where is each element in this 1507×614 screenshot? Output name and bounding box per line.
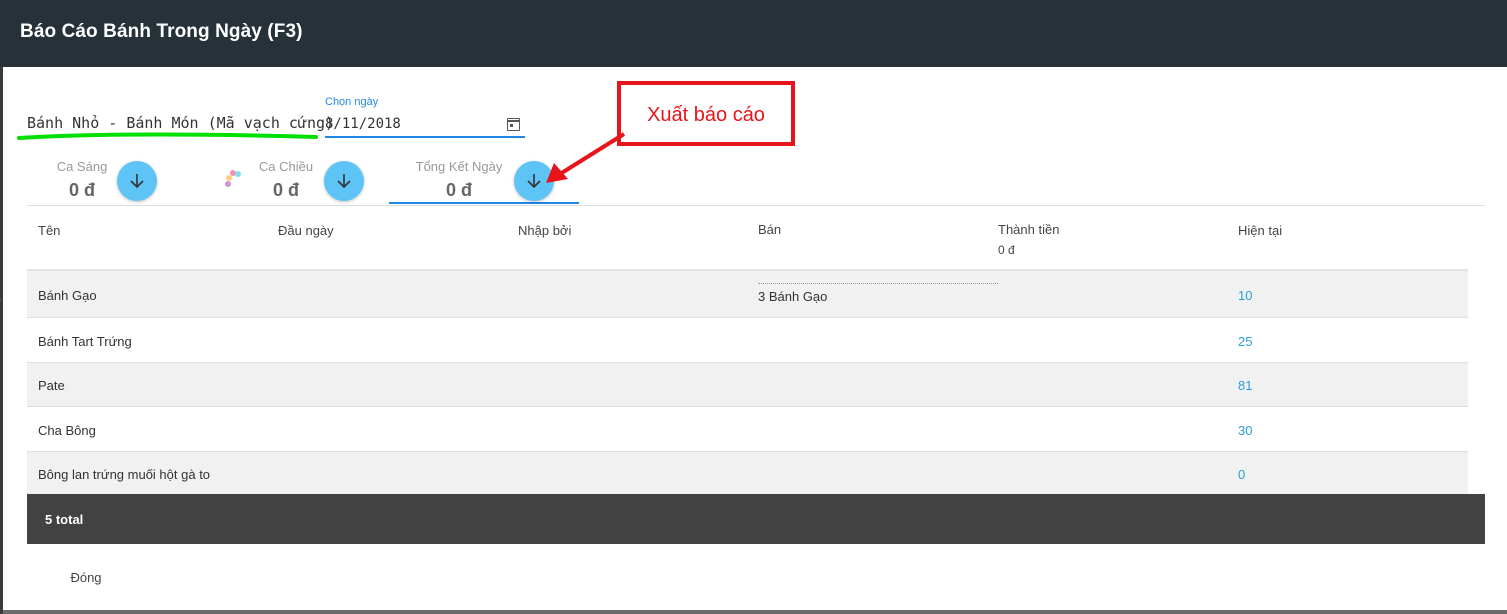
annotation-arrow-icon — [546, 132, 626, 183]
close-button[interactable]: Đóng — [53, 559, 119, 595]
column-header-start-of-day: Đầu ngày — [278, 223, 334, 238]
column-header-name: Tên — [38, 223, 61, 238]
shift-afternoon-label: Ca Chiều — [258, 159, 314, 174]
shift-morning: Ca Sáng 0 đ — [48, 159, 116, 201]
dialog-title: Báo Cáo Bánh Trong Ngày (F3) — [20, 21, 303, 42]
date-caption: Chọn ngày — [325, 96, 379, 108]
shift-morning-label: Ca Sáng — [56, 159, 108, 174]
backdrop-edge — [0, 67, 3, 614]
column-header-current: Hiện tại — [1238, 223, 1283, 238]
table-footer: 5 total — [27, 494, 1485, 544]
sold-divider — [758, 283, 998, 284]
column-header-amount: Thành tiền — [998, 222, 1060, 237]
chevron-right-icon: › — [0, 292, 1, 306]
row-name: Bông lan trứng muối hột gà to — [38, 467, 211, 482]
date-input[interactable]: 8/11/2018 — [325, 112, 525, 138]
row-name: Cha Bông — [38, 423, 96, 438]
shift-afternoon-value: 0 đ — [272, 180, 299, 200]
shift-day-total: Tổng Kết Ngày 0 đ — [404, 159, 514, 201]
row-current[interactable]: 0 — [1238, 467, 1245, 482]
shift-day-total-label: Tổng Kết Ngày — [415, 159, 503, 174]
table-row: Bánh Gạo 3 Bánh Gạo 10 — [27, 271, 1468, 318]
column-header-entered-by: Nhập bởi — [518, 223, 572, 238]
calendar-icon[interactable] — [507, 118, 520, 131]
loading-dots-icon — [223, 169, 243, 191]
dialog-header: Báo Cáo Bánh Trong Ngày (F3) — [0, 0, 1507, 67]
shift-day-total-value: 0 đ — [445, 180, 472, 200]
arrow-down-icon — [130, 174, 144, 189]
row-current[interactable]: 81 — [1238, 378, 1252, 393]
column-header-amount-total: 0 đ — [998, 243, 1015, 257]
green-highlight-underline — [17, 132, 318, 140]
date-value: 8/11/2018 — [325, 116, 401, 132]
row-current[interactable]: 10 — [1238, 288, 1252, 303]
shift-afternoon: Ca Chiều 0 đ — [250, 159, 322, 201]
divider — [27, 205, 1485, 206]
table-row: Cha Bông 30 — [27, 407, 1468, 452]
row-current[interactable]: 30 — [1238, 423, 1252, 438]
day-total-underline — [389, 202, 579, 204]
row-sold: 3 Bánh Gạo — [758, 289, 828, 304]
table-row: Pate 81 — [27, 363, 1468, 407]
shift-morning-value: 0 đ — [68, 180, 95, 200]
table-row: Bông lan trứng muối hột gà to 0 — [27, 452, 1468, 494]
annotation-text: Xuất báo cáo — [647, 104, 765, 126]
download-afternoon-button[interactable] — [324, 161, 364, 201]
row-name: Bánh Gạo — [38, 288, 97, 303]
total-count: 5 total — [45, 512, 84, 527]
download-morning-button[interactable] — [117, 161, 157, 201]
table-row: Bánh Tart Trứng 25 — [27, 318, 1468, 363]
row-current[interactable]: 25 — [1238, 334, 1252, 349]
annotation-callout: Xuất báo cáo — [617, 81, 795, 146]
daily-report-dialog: Báo Cáo Bánh Trong Ngày (F3) Bánh Nhỏ - … — [0, 0, 1507, 610]
arrow-down-icon — [337, 174, 351, 189]
column-header-sold: Bán — [758, 222, 782, 237]
row-name: Bánh Tart Trứng — [38, 334, 132, 349]
row-name: Pate — [38, 378, 65, 393]
